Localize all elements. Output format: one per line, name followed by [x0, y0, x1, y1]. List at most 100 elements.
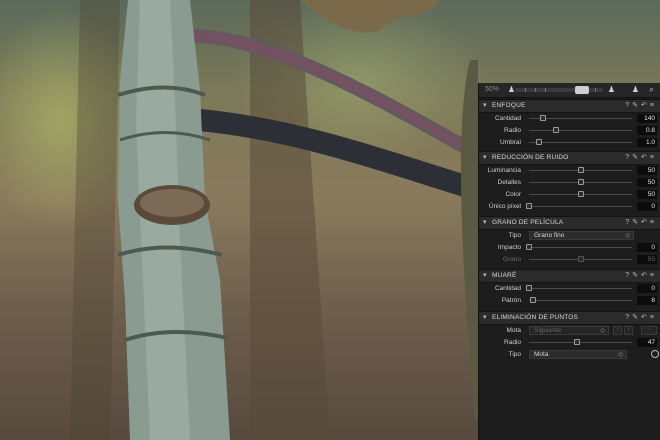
section-tools-icons[interactable]: ?✎↶≡: [625, 101, 657, 109]
mota-dropdown[interactable]: Siguiente ◇: [529, 326, 609, 335]
radio-value[interactable]: 0.8: [637, 126, 657, 135]
color-value[interactable]: 50: [637, 190, 657, 199]
luminancia-label: Luminancia: [487, 167, 521, 174]
color-label: Color: [505, 191, 521, 198]
chevron-down-icon[interactable]: ▾: [483, 271, 487, 279]
impacto-label: Impacto: [497, 244, 521, 251]
slider-knob[interactable]: [552, 127, 559, 133]
section-title: ELIMINACIÓN DE PUNTOS: [492, 314, 579, 321]
search-icon[interactable]: ⌕: [647, 85, 656, 94]
cantidad-label: Cantidad: [494, 115, 521, 122]
cantidad-value[interactable]: 140: [637, 114, 657, 123]
tipo-label: Tipo: [508, 232, 521, 239]
unico-pixel-row: Único píxel 0: [479, 201, 660, 212]
section-header[interactable]: ▾ ENFOQUE ?✎↶≡: [479, 99, 660, 113]
impacto-row: Impacto 0: [479, 242, 660, 253]
spot-tipo-row: Tipo Mota ◇: [479, 349, 660, 360]
slider-knob[interactable]: [536, 139, 543, 145]
grano-row: Grano 50: [479, 254, 660, 265]
previous-spot-button[interactable]: ‹: [613, 326, 622, 335]
spot-radio-row: Radio 47: [479, 337, 660, 348]
mota-row: Mota Siguiente ◇ ‹ › −: [479, 325, 660, 336]
zoom-slider-thumb[interactable]: [575, 86, 589, 94]
patron-value[interactable]: 8: [637, 296, 657, 305]
adjustments-panel: 50% ♟ ♟ ♟ ⌕ ▾ ENFOQUE ?✎↶≡ Cantidad 140 …: [478, 83, 660, 440]
section-header[interactable]: ▾ GRANO DE PELÍCULA ?✎↶≡: [479, 216, 660, 230]
color-slider[interactable]: [529, 191, 632, 197]
color-row: Color 50: [479, 189, 660, 200]
unico-pixel-label: Único píxel: [488, 203, 521, 210]
slider-knob[interactable]: [530, 297, 537, 303]
detalles-row: Detalles 50: [479, 177, 660, 188]
luminancia-slider[interactable]: [529, 167, 632, 173]
slider-knob[interactable]: [540, 115, 547, 121]
impacto-slider[interactable]: [526, 244, 632, 250]
unico-pixel-value[interactable]: 0: [637, 202, 657, 211]
section-tools-icons[interactable]: ?✎↶≡: [625, 153, 657, 161]
umbral-row: Umbral 1.0: [479, 137, 660, 148]
chevron-down-icon[interactable]: ▾: [483, 313, 487, 321]
section-title: MUARÉ: [492, 272, 517, 279]
section-tools-icons[interactable]: ?✎↶≡: [625, 313, 657, 321]
spot-cursor-icon[interactable]: [651, 350, 659, 358]
patron-row: Patrón 8: [479, 295, 660, 306]
detalles-label: Detalles: [497, 179, 521, 186]
detalles-slider[interactable]: [529, 179, 632, 185]
luminancia-value[interactable]: 50: [637, 166, 657, 175]
chevron-down-icon[interactable]: ▾: [483, 218, 487, 226]
section-muare: ▾ MUARÉ ?✎↶≡ Cantidad 0 Patrón 8: [479, 269, 660, 309]
spot-type-dropdown[interactable]: Mota ◇: [529, 350, 627, 359]
slider-knob[interactable]: [577, 191, 584, 197]
slider-knob[interactable]: [526, 244, 532, 250]
tipo-row: Tipo Grano fino ◇: [479, 230, 660, 241]
muare-cantidad-value[interactable]: 0: [637, 284, 657, 293]
section-eliminacion-puntos: ▾ ELIMINACIÓN DE PUNTOS ?✎↶≡ Mota Siguie…: [479, 311, 660, 363]
section-grano-pelicula: ▾ GRANO DE PELÍCULA ?✎↶≡ Tipo Grano fino…: [479, 216, 660, 268]
patron-slider[interactable]: [529, 297, 632, 303]
muare-cantidad-slider[interactable]: [526, 285, 632, 291]
slider-knob[interactable]: [577, 256, 584, 262]
next-spot-button[interactable]: ›: [624, 326, 633, 335]
detalles-value[interactable]: 50: [637, 178, 657, 187]
photo-content: [70, 0, 478, 440]
zoom-level: 50%: [485, 86, 500, 93]
person-icon[interactable]: ♟: [607, 85, 616, 94]
section-header[interactable]: ▾ REDUCCIÓN DE RUIDO ?✎↶≡: [479, 151, 660, 165]
spot-type-value: Mota: [534, 351, 549, 358]
radio-slider[interactable]: [529, 127, 632, 133]
chevron-updown-icon: ◇: [600, 328, 605, 334]
cantidad-row: Cantidad 140: [479, 113, 660, 124]
section-header[interactable]: ▾ MUARÉ ?✎↶≡: [479, 269, 660, 283]
grano-slider[interactable]: [529, 256, 632, 262]
impacto-value[interactable]: 0: [637, 243, 657, 252]
chevron-down-icon[interactable]: ▾: [483, 153, 487, 161]
spot-radio-slider[interactable]: [529, 339, 632, 345]
people-icon[interactable]: ♟: [631, 85, 640, 94]
mota-value: Siguiente: [534, 327, 562, 334]
section-tools-icons[interactable]: ?✎↶≡: [625, 218, 657, 226]
umbral-value[interactable]: 1.0: [637, 138, 657, 147]
slider-knob[interactable]: [577, 167, 584, 173]
umbral-slider[interactable]: [529, 139, 632, 145]
radio-label: Radio: [504, 127, 521, 134]
muare-cantidad-row: Cantidad 0: [479, 283, 660, 294]
section-title: GRANO DE PELÍCULA: [492, 219, 564, 226]
zoom-toolbar: 50% ♟ ♟ ♟ ⌕: [479, 83, 660, 98]
section-reduccion-ruido: ▾ REDUCCIÓN DE RUIDO ?✎↶≡ Luminancia 50 …: [479, 151, 660, 215]
section-header[interactable]: ▾ ELIMINACIÓN DE PUNTOS ?✎↶≡: [479, 311, 660, 325]
cantidad-slider[interactable]: [529, 115, 632, 121]
chevron-down-icon[interactable]: ▾: [483, 101, 487, 109]
zoom-slider[interactable]: [515, 86, 603, 94]
chevron-updown-icon: ◇: [625, 233, 630, 239]
remove-spot-button[interactable]: −: [641, 326, 657, 335]
grain-type-dropdown[interactable]: Grano fino ◇: [529, 231, 634, 240]
grano-value[interactable]: 50: [637, 255, 657, 264]
slider-knob[interactable]: [577, 179, 584, 185]
section-tools-icons[interactable]: ?✎↶≡: [625, 271, 657, 279]
slider-knob[interactable]: [526, 203, 532, 209]
grain-type-value: Grano fino: [534, 232, 565, 239]
slider-knob[interactable]: [526, 285, 532, 291]
slider-knob[interactable]: [574, 339, 581, 345]
spot-radio-value[interactable]: 47: [637, 338, 657, 347]
unico-pixel-slider[interactable]: [526, 203, 632, 209]
